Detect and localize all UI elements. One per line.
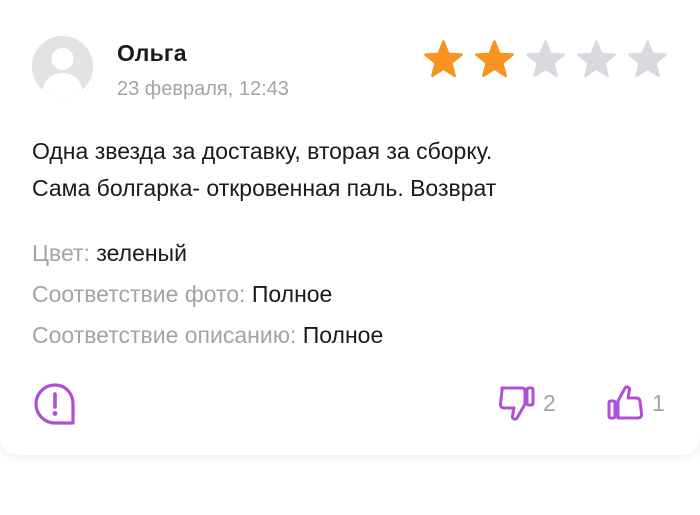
avatar [32,36,93,97]
dislike-count: 2 [543,389,556,416]
star-empty-icon [628,40,667,78]
attribute-key: Соответствие фото: [32,281,246,307]
attribute-color: Цвет: зеленый [32,233,383,274]
author-name: Ольга [117,40,187,66]
review-card: Ольга 23 февраля, 12:43 Одна звезда за д… [0,0,700,455]
dislike-button[interactable]: 2 [497,383,556,423]
review-attributes: Цвет: зеленый Соответствие фото: Полное … [32,233,383,356]
attribute-value: Полное [302,322,384,348]
review-text-line: Сама болгарка- откровенная паль. Возврат [32,175,497,201]
star-filled-icon [475,40,514,78]
like-button[interactable]: 1 [606,383,665,423]
attribute-key: Соответствие описанию: [32,322,297,348]
rating-stars [423,39,668,80]
exclamation-bubble-icon [34,383,75,425]
star-empty-icon [577,40,616,78]
page: Ольга 23 февраля, 12:43 Одна звезда за д… [0,0,700,515]
user-placeholder-icon [32,36,93,97]
attribute-description-match: Соответствие описанию: Полное [32,315,383,356]
attribute-value: Полное [251,281,333,307]
star-empty-icon [526,40,565,78]
review-date: 23 февраля, 12:43 [117,78,289,100]
report-button[interactable] [32,381,78,427]
star-filled-icon [424,40,463,78]
thumbs-down-icon [498,386,535,421]
like-count: 1 [652,389,665,416]
attribute-photo-match: Соответствие фото: Полное [32,274,383,315]
review-text: Одна звезда за доставку, вторая за сборк… [32,133,672,207]
thumbs-up-icon [607,385,644,420]
attribute-value: зеленый [96,240,187,266]
review-text-line: Одна звезда за доставку, вторая за сборк… [32,138,493,164]
attribute-key: Цвет: [32,240,90,266]
